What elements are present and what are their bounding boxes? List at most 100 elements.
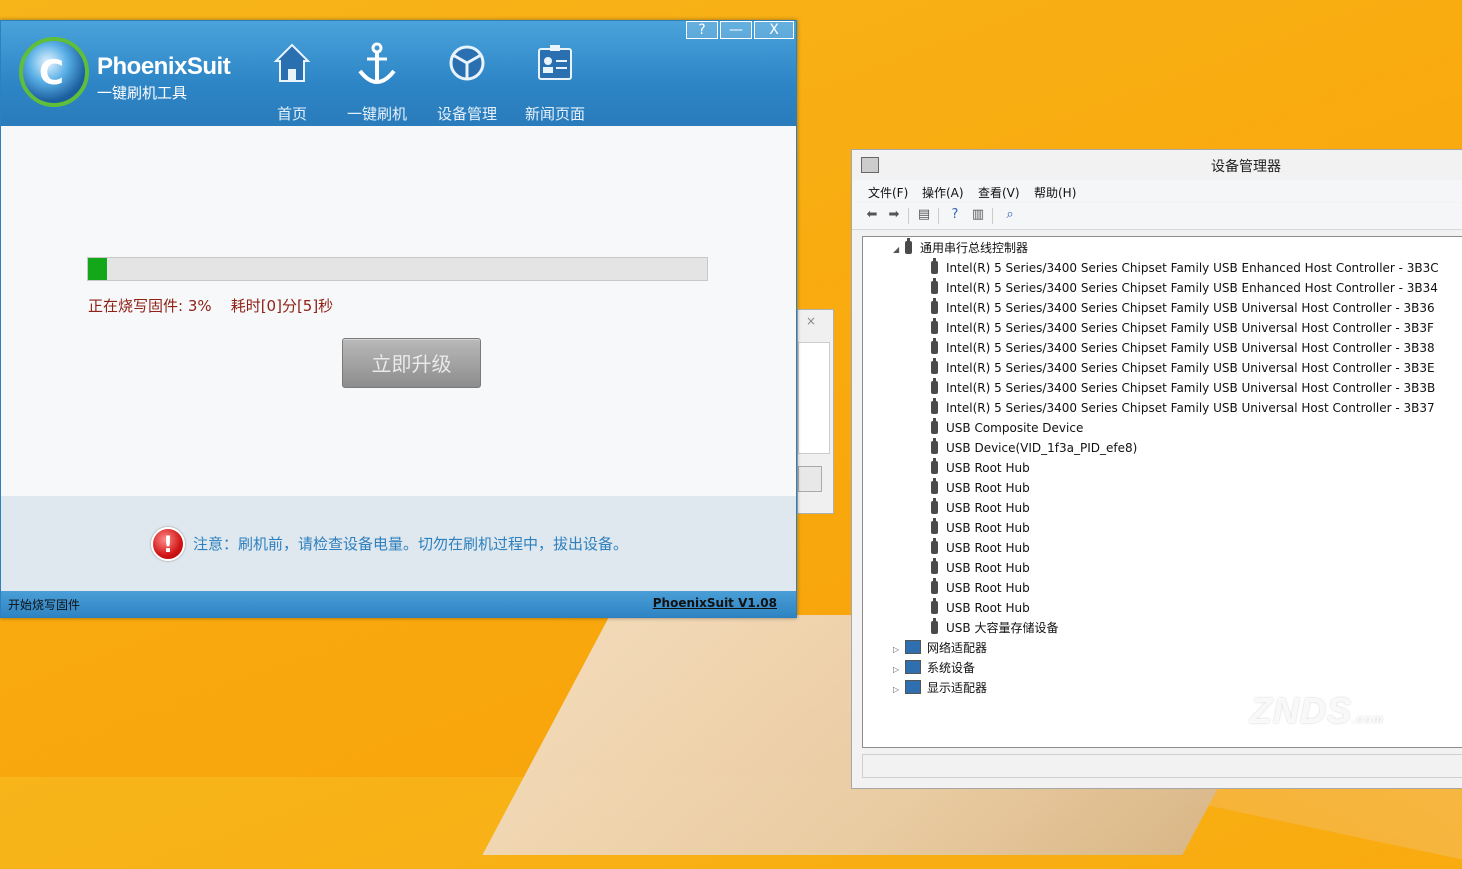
device-label: Intel(R) 5 Series/3400 Series Chipset Fa… xyxy=(946,281,1438,295)
tree-device-item[interactable]: Intel(R) 5 Series/3400 Series Chipset Fa… xyxy=(931,378,1435,398)
usb-device-icon xyxy=(931,438,938,454)
device-label: USB Root Hub xyxy=(946,561,1030,575)
device-label: USB Root Hub xyxy=(946,601,1030,615)
close-button[interactable]: X xyxy=(754,21,794,39)
scan-hardware-icon[interactable]: ⌕ xyxy=(1002,207,1018,223)
usb-device-icon xyxy=(931,418,938,434)
usb-device-icon xyxy=(931,378,938,394)
dialog-button[interactable] xyxy=(798,466,822,492)
toolbar: ⬅ ➡ ▤ ? ▥ ⌕ xyxy=(852,203,1462,230)
help-button[interactable]: ? xyxy=(686,21,718,39)
device-label: Intel(R) 5 Series/3400 Series Chipset Fa… xyxy=(946,301,1435,315)
usb-device-icon xyxy=(931,578,938,594)
tree-device-item[interactable]: Intel(R) 5 Series/3400 Series Chipset Fa… xyxy=(931,298,1435,318)
device-label: Intel(R) 5 Series/3400 Series Chipset Fa… xyxy=(946,361,1435,375)
nav-device[interactable]: 设备管理 xyxy=(427,41,507,124)
device-label: Intel(R) 5 Series/3400 Series Chipset Fa… xyxy=(946,341,1435,355)
device-tree[interactable]: ◢ 通用串行总线控制器 Intel(R) 5 Series/3400 Series… xyxy=(862,236,1462,748)
status-bar: 开始烧写固件 PhoenixSuit V1.08 xyxy=(1,591,796,617)
progress-fill xyxy=(88,258,107,280)
home-icon xyxy=(252,41,332,89)
expand-icon[interactable]: ▷ xyxy=(893,660,905,680)
collapse-icon[interactable]: ◢ xyxy=(893,240,905,260)
toolbar-separator xyxy=(908,208,909,224)
anchor-icon xyxy=(337,41,417,89)
usb-device-icon xyxy=(931,498,938,514)
device-label: USB Root Hub xyxy=(946,541,1030,555)
znds-watermark: ZNDS.com xyxy=(1250,690,1385,731)
device-label: USB Root Hub xyxy=(946,521,1030,535)
category-icon xyxy=(905,680,921,694)
usb-device-icon xyxy=(931,398,938,414)
version-link[interactable]: PhoenixSuit V1.08 xyxy=(653,596,777,610)
device-label: USB Root Hub xyxy=(946,481,1030,495)
forward-icon[interactable]: ➡ xyxy=(886,207,902,223)
device-label: USB Root Hub xyxy=(946,501,1030,515)
tree-device-item[interactable]: Intel(R) 5 Series/3400 Series Chipset Fa… xyxy=(931,338,1435,358)
tree-device-item[interactable]: Intel(R) 5 Series/3400 Series Chipset Fa… xyxy=(931,258,1439,278)
menu-view[interactable]: 查看(V) xyxy=(978,184,1020,201)
tree-device-item[interactable]: Intel(R) 5 Series/3400 Series Chipset Fa… xyxy=(931,278,1438,298)
nav-news[interactable]: 新闻页面 xyxy=(515,41,595,124)
usb-device-icon xyxy=(931,318,938,334)
tree-device-item[interactable]: USB Root Hub xyxy=(931,498,1030,518)
tree-device-item[interactable]: USB Root Hub xyxy=(931,458,1030,478)
flash-status-text: 正在烧写固件: 3% 耗时[0]分[5]秒 xyxy=(88,297,334,315)
category-icon xyxy=(905,660,921,674)
footer-status: 开始烧写固件 xyxy=(8,598,81,612)
help-icon[interactable]: ? xyxy=(947,207,963,223)
phoenixsuit-window: C PhoenixSuit 一键刷机工具 ? — X 首页 一键刷机 设备管理 xyxy=(0,20,797,618)
tree-device-item[interactable]: USB 大容量存储设备 xyxy=(931,618,1058,638)
news-icon xyxy=(515,41,595,89)
nav-home[interactable]: 首页 xyxy=(252,41,332,124)
notice-text: 注意：刷机前，请检查设备电量。切勿在刷机过程中，拔出设备。 xyxy=(193,535,629,553)
title-bar: 设备管理器 xyxy=(852,150,1462,180)
nav-flash[interactable]: 一键刷机 xyxy=(337,41,417,124)
window-title: 设备管理器 xyxy=(1211,159,1281,175)
close-icon[interactable]: × xyxy=(806,314,816,328)
device-label: USB Device(VID_1f3a_PID_efe8) xyxy=(946,441,1138,455)
device-icon xyxy=(427,41,507,89)
upgrade-button[interactable]: 立即升级 xyxy=(342,338,481,388)
tree-category-usb[interactable]: ◢ 通用串行总线控制器 xyxy=(893,238,1028,258)
usb-device-icon xyxy=(931,618,938,634)
expand-icon[interactable]: ▷ xyxy=(893,640,905,660)
tree-category[interactable]: ▷ 网络适配器 xyxy=(893,638,987,658)
tree-device-item[interactable]: USB Root Hub xyxy=(931,478,1030,498)
header: C PhoenixSuit 一键刷机工具 ? — X 首页 一键刷机 设备管理 xyxy=(1,21,796,126)
tree-category[interactable]: ▷ 系统设备 xyxy=(893,658,975,678)
dialog-content xyxy=(798,342,830,454)
menu-action[interactable]: 操作(A) xyxy=(922,184,964,201)
minimize-button[interactable]: — xyxy=(720,21,752,39)
tree-device-item[interactable]: Intel(R) 5 Series/3400 Series Chipset Fa… xyxy=(931,318,1434,338)
warning-icon: ! xyxy=(151,527,185,561)
tree-device-item[interactable]: Intel(R) 5 Series/3400 Series Chipset Fa… xyxy=(931,398,1435,418)
tree-device-item[interactable]: USB Root Hub xyxy=(931,578,1030,598)
tree-category[interactable]: ▷ 显示适配器 xyxy=(893,678,987,698)
category-label: 系统设备 xyxy=(927,661,976,675)
properties-icon[interactable]: ▤ xyxy=(916,207,932,223)
tree-device-item[interactable]: USB Root Hub xyxy=(931,538,1030,558)
tree-device-item[interactable]: USB Root Hub xyxy=(931,518,1030,538)
back-icon[interactable]: ⬅ xyxy=(864,207,880,223)
tree-device-item[interactable]: USB Device(VID_1f3a_PID_efe8) xyxy=(931,438,1137,458)
device-manager-icon xyxy=(861,157,879,173)
tree-device-item[interactable]: USB Root Hub xyxy=(931,558,1030,578)
tree-device-item[interactable]: Intel(R) 5 Series/3400 Series Chipset Fa… xyxy=(931,358,1435,378)
expand-icon[interactable]: ▷ xyxy=(893,680,905,700)
menu-help[interactable]: 帮助(H) xyxy=(1034,184,1076,201)
tree-device-item[interactable]: USB Root Hub xyxy=(931,598,1030,618)
device-label: USB Composite Device xyxy=(946,421,1084,435)
view-icon[interactable]: ▥ xyxy=(970,207,986,223)
category-label: 显示适配器 xyxy=(927,681,988,695)
app-brand: PhoenixSuit xyxy=(97,53,231,80)
category-icon xyxy=(905,640,921,654)
usb-device-icon xyxy=(931,558,938,574)
background-dialog: × xyxy=(797,309,834,514)
menu-file[interactable]: 文件(F) xyxy=(868,184,908,201)
window-controls: ? — X xyxy=(686,21,794,39)
tree-device-item[interactable]: USB Composite Device xyxy=(931,418,1083,438)
usb-device-icon xyxy=(931,518,938,534)
flash-progress-bar xyxy=(87,257,708,281)
app-subtitle: 一键刷机工具 xyxy=(97,84,188,102)
